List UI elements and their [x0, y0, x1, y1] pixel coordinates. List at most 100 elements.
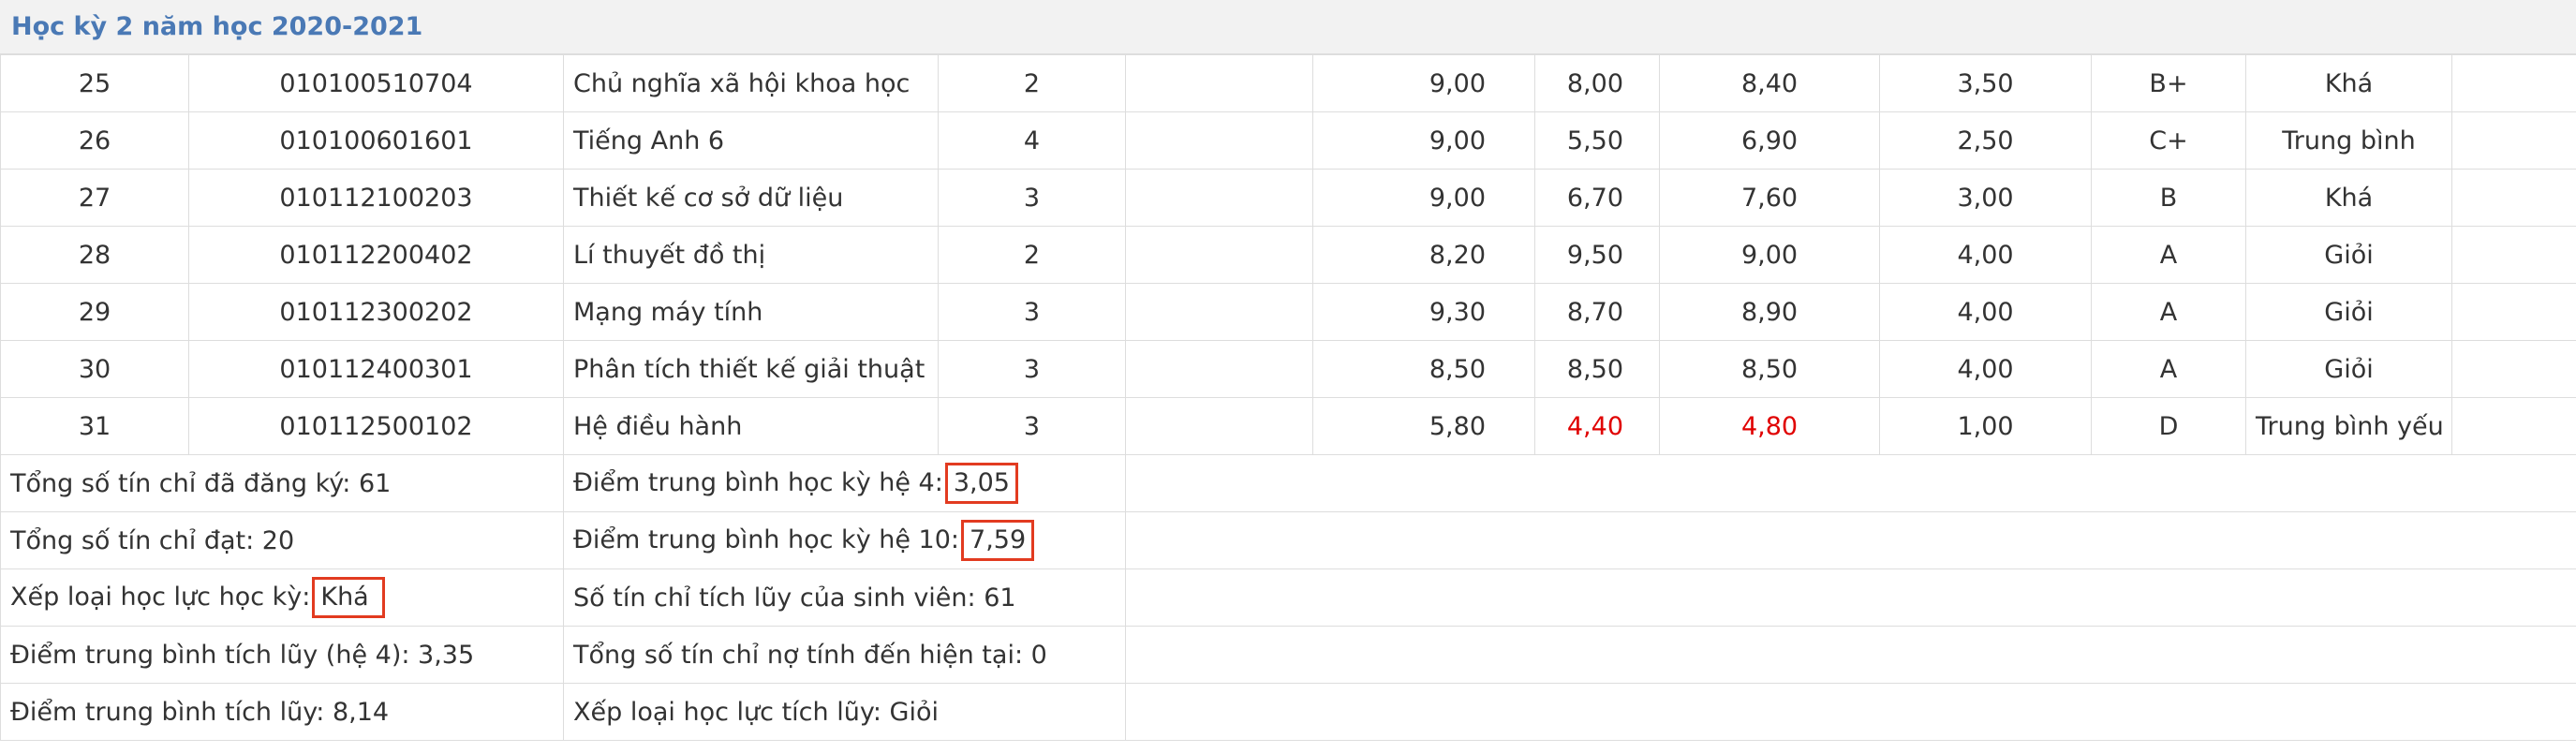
score-2: 8,00 [1534, 54, 1660, 112]
table-row: 30 010112400301 Phân tích thiết kế giải th… [0, 340, 2576, 398]
score-2: 8,50 [1534, 340, 1660, 398]
course-name: Thiết kế cơ sở dữ liệu [563, 169, 939, 227]
letter-grade: A [2091, 226, 2246, 284]
summary-passed: Tổng số tín chỉ đạt: 20 [0, 511, 564, 569]
grades-table: 25 010100510704 Chủ nghĩa xã hội khoa học 2… [0, 54, 2576, 741]
semester-title: Học kỳ 2 năm học 2020-2021 [0, 0, 2576, 54]
course-code: 010112100203 [188, 169, 564, 227]
note [2451, 397, 2576, 455]
course-code: 010112500102 [188, 397, 564, 455]
row-number: 26 [0, 111, 189, 170]
accum-rank-value: Giỏi [889, 697, 939, 727]
gpa10-highlighted-value: 7,59 [961, 520, 1035, 561]
empty-cell [1125, 54, 1313, 112]
score-gpa4: 4,00 [1879, 340, 2092, 398]
score-gpa4: 3,00 [1879, 169, 2092, 227]
note [2451, 340, 2576, 398]
note [2451, 226, 2576, 284]
score-gpa4: 3,50 [1879, 54, 2092, 112]
summary-registered: Tổng số tín chỉ đã đăng ký: 61 [0, 454, 564, 512]
summary-gpa4: Điểm trung bình học kỳ hệ 4: 3,05 [563, 454, 1126, 512]
registered-credits-value: 61 [359, 468, 392, 498]
course-code: 010112300202 [188, 283, 564, 341]
row-number: 29 [0, 283, 189, 341]
score-3: 8,40 [1659, 54, 1880, 112]
rank: Giỏi [2245, 283, 2452, 341]
letter-grade: B+ [2091, 54, 2246, 112]
summary-empty [1125, 511, 2576, 569]
credits: 2 [938, 54, 1126, 112]
summary-row: Xếp loại học lực học kỳ: Khá Số tín chỉ t… [0, 568, 2576, 627]
score-1: 8,20 [1312, 226, 1535, 284]
row-number: 28 [0, 226, 189, 284]
score-gpa4: 4,00 [1879, 283, 2092, 341]
score-3: 8,50 [1659, 340, 1880, 398]
accum-credits-value: 61 [984, 583, 1016, 613]
rank: Trung bình yếu [2245, 397, 2452, 455]
rank-highlighted-value: Khá [312, 577, 386, 618]
course-name: Phân tích thiết kế giải thuật [563, 340, 939, 398]
score-1: 8,50 [1312, 340, 1535, 398]
course-name: Hệ điều hành [563, 397, 939, 455]
note [2451, 54, 2576, 112]
note [2451, 111, 2576, 170]
score-2: 6,70 [1534, 169, 1660, 227]
summary-empty [1125, 568, 2576, 627]
table-row: 25 010100510704 Chủ nghĩa xã hội khoa học 2… [0, 54, 2576, 112]
gpa4-highlighted-value: 3,05 [944, 463, 1018, 504]
score-2: 8,70 [1534, 283, 1660, 341]
score-gpa4: 1,00 [1879, 397, 2092, 455]
credits: 3 [938, 397, 1126, 455]
score-3: 6,90 [1659, 111, 1880, 170]
score-gpa4: 4,00 [1879, 226, 2092, 284]
letter-grade: A [2091, 340, 2246, 398]
rank: Giỏi [2245, 226, 2452, 284]
rank: Trung bình [2245, 111, 2452, 170]
summary-row: Tổng số tín chỉ đã đăng ký: 61 Điểm trun… [0, 454, 2576, 512]
score-1: 9,30 [1312, 283, 1535, 341]
credits: 3 [938, 340, 1126, 398]
score-3: 8,90 [1659, 283, 1880, 341]
row-number: 25 [0, 54, 189, 112]
table-row: 28 010112200402 Lí thuyết đồ thị 2 8,20 9,50 9… [0, 226, 2576, 284]
table-row: 26 010100601601 Tiếng Anh 6 4 9,00 5,50 6,90 2,… [0, 111, 2576, 170]
course-name: Lí thuyết đồ thị [563, 226, 939, 284]
course-code: 010112400301 [188, 340, 564, 398]
empty-cell [1125, 340, 1313, 398]
summary-accum-gpa4: Điểm trung bình tích lũy (hệ 4): 3,35 [0, 626, 564, 684]
letter-grade: B [2091, 169, 2246, 227]
table-row: 29 010112300202 Mạng máy tính 3 9,30 8,70 8,90… [0, 283, 2576, 341]
letter-grade: C+ [2091, 111, 2246, 170]
summary-accum-credits: Số tín chỉ tích lũy của sinh viên: 61 [563, 568, 1126, 627]
score-2: 9,50 [1534, 226, 1660, 284]
summary-empty [1125, 683, 2576, 741]
score-3: 9,00 [1659, 226, 1880, 284]
passed-credits-value: 20 [261, 525, 295, 555]
accum-gpa4-value: 3,35 [418, 640, 475, 670]
table-row: 31 010112500102 Hệ điều hành 3 5,80 4,40 4,80 1… [0, 397, 2576, 455]
course-name: Mạng máy tính [563, 283, 939, 341]
summary-row: Điểm trung bình tích lũy (hệ 4): 3,35 Tổ… [0, 626, 2576, 684]
summary-debt: Tổng số tín chỉ nợ tính đến hiện tại: 0 [563, 626, 1126, 684]
summary-accum-gpa10: Điểm trung bình tích lũy: 8,14 [0, 683, 564, 741]
summary-empty [1125, 454, 2576, 512]
credits: 3 [938, 283, 1126, 341]
empty-cell [1125, 169, 1313, 227]
rank: Khá [2245, 54, 2452, 112]
summary-row: Điểm trung bình tích lũy: 8,14 Xếp loại … [0, 683, 2576, 741]
empty-cell [1125, 226, 1313, 284]
summary-rank: Xếp loại học lực học kỳ: Khá [0, 568, 564, 627]
accum-gpa10-value: 8,14 [332, 697, 390, 727]
score-1: 9,00 [1312, 169, 1535, 227]
course-code: 010100601601 [188, 111, 564, 170]
score-3: 7,60 [1659, 169, 1880, 227]
debt-credits-value: 0 [1030, 640, 1047, 670]
empty-cell [1125, 397, 1313, 455]
summary-empty [1125, 626, 2576, 684]
table-row: 27 010112100203 Thiết kế cơ sở dữ liệu 3 9,0… [0, 169, 2576, 227]
note [2451, 283, 2576, 341]
note [2451, 169, 2576, 227]
course-code: 010100510704 [188, 54, 564, 112]
course-name: Tiếng Anh 6 [563, 111, 939, 170]
row-number: 27 [0, 169, 189, 227]
